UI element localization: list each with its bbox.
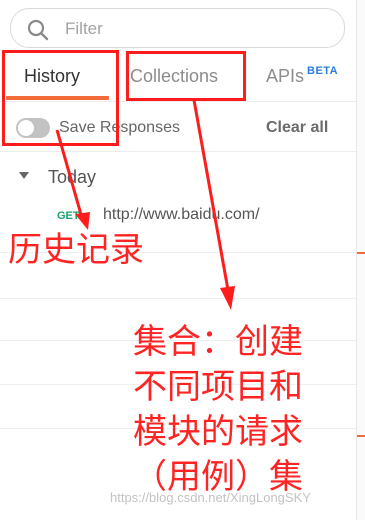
annotation-collections-line-1: 集合：创建 [133, 322, 303, 362]
arrow-collections [192, 99, 235, 310]
annotation-collections-line-3: 模块的请求 [133, 412, 303, 452]
annotation-collections-line-2: 不同项目和 [133, 367, 303, 407]
annotation-history-note: 历史记录 [8, 230, 144, 270]
arrow-history [55, 129, 90, 230]
watermark: https://blog.csdn.net/XingLongSKY [110, 490, 311, 505]
